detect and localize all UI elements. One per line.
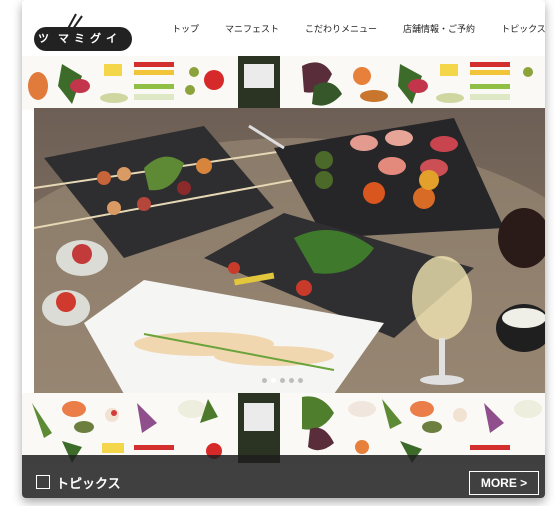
topics-heading: トピックス bbox=[56, 477, 121, 492]
more-button[interactable]: MORE > bbox=[469, 471, 539, 495]
food-strip-top bbox=[22, 56, 545, 110]
nav-item-menu[interactable]: こだわりメニュー bbox=[305, 22, 377, 35]
slide-dot-1[interactable] bbox=[262, 378, 267, 383]
hero-food-image bbox=[34, 108, 545, 394]
slide-dot-5[interactable] bbox=[298, 378, 303, 383]
nav-item-store-info[interactable]: 店舗情報・ご予約 bbox=[403, 22, 475, 35]
main-nav: トップ マニフェスト こだわりメニュー 店舗情報・ご予約 トピックス bbox=[172, 22, 545, 35]
square-icon bbox=[36, 475, 50, 489]
logo-text: マミグイ bbox=[58, 32, 122, 45]
food-pattern-image bbox=[22, 56, 545, 110]
nav-item-manifesto[interactable]: マニフェスト bbox=[225, 22, 279, 35]
site-logo[interactable]: ツ マミグイ bbox=[34, 12, 132, 51]
site-header: ツ マミグイ トップ マニフェスト こだわりメニュー 店舗情報・ご予約 トピック… bbox=[22, 0, 545, 56]
slide-dot-3[interactable] bbox=[280, 378, 285, 383]
food-pattern-image bbox=[22, 393, 545, 463]
topics-bar: トピックス MORE > bbox=[22, 455, 545, 498]
page-frame: ツ マミグイ トップ マニフェスト こだわりメニュー 店舗情報・ご予約 トピック… bbox=[22, 0, 545, 498]
hero-slideshow[interactable] bbox=[34, 108, 545, 394]
food-strip-bottom bbox=[22, 393, 545, 463]
nav-item-top[interactable]: トップ bbox=[172, 22, 199, 35]
logo-mark: ツ bbox=[38, 32, 49, 45]
slide-dot-2[interactable] bbox=[271, 378, 276, 383]
slide-dot-4[interactable] bbox=[289, 378, 294, 383]
nav-item-topics[interactable]: トピックス bbox=[501, 22, 545, 35]
slide-indicators bbox=[262, 378, 303, 383]
